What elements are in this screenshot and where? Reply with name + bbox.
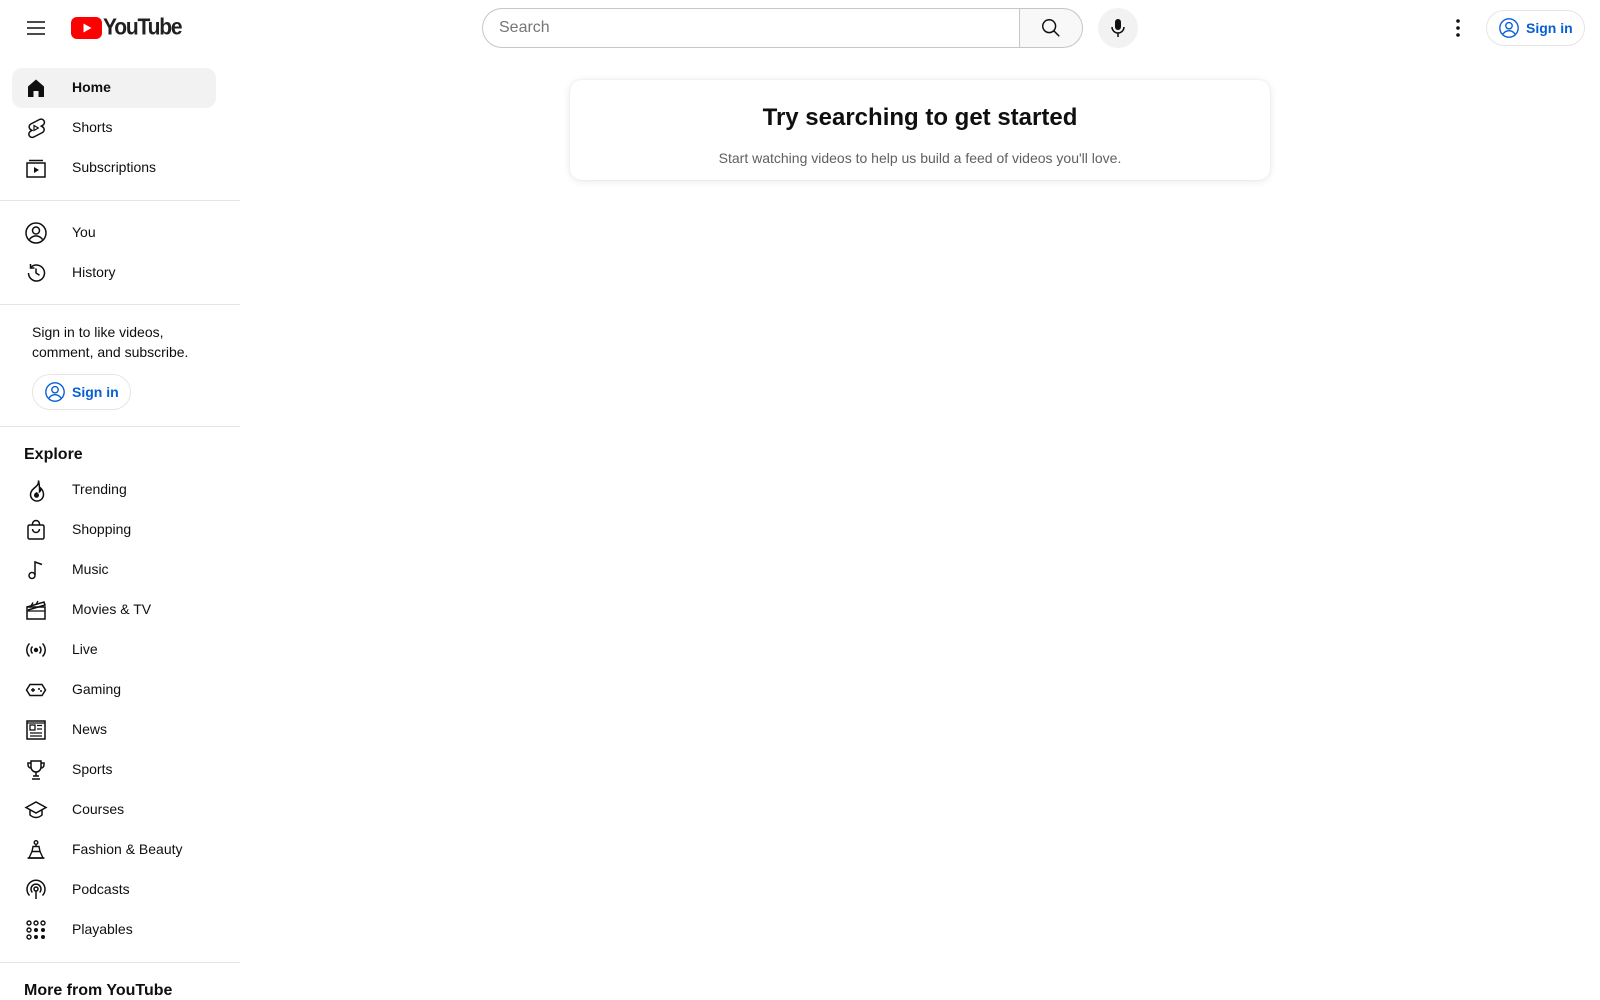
sports-icon bbox=[24, 758, 48, 782]
fashion-icon bbox=[24, 838, 48, 862]
sidebar-item-label: Courses bbox=[72, 801, 125, 817]
more-from-youtube-heading: More from YouTube bbox=[24, 982, 173, 999]
playables-icon bbox=[24, 918, 48, 942]
subscriptions-icon bbox=[24, 156, 48, 180]
shopping-icon bbox=[24, 518, 48, 542]
logo-text: YouTube bbox=[103, 15, 183, 40]
header-sign-in-button[interactable]: Sign in bbox=[1486, 10, 1585, 46]
sidebar-item-home[interactable]: Home bbox=[12, 68, 216, 108]
trending-icon bbox=[24, 478, 48, 502]
sidebar-item-label: Podcasts bbox=[72, 881, 130, 897]
sidebar-item-you[interactable]: You bbox=[12, 213, 216, 253]
hamburger-icon bbox=[24, 16, 48, 40]
news-icon bbox=[24, 718, 48, 742]
search-box bbox=[482, 8, 1019, 48]
sidebar-item-subscriptions[interactable]: Subscriptions bbox=[12, 148, 216, 188]
search-input[interactable] bbox=[499, 9, 1019, 47]
explore-heading: Explore bbox=[24, 446, 83, 463]
sidebar-item-news[interactable]: News bbox=[12, 710, 216, 750]
sidebar-item-label: Fashion & Beauty bbox=[72, 841, 183, 857]
account-icon bbox=[24, 221, 48, 245]
gaming-icon bbox=[24, 678, 48, 702]
sidebar-item-label: Live bbox=[72, 641, 98, 657]
sidebar-item-label: Home bbox=[72, 79, 111, 95]
sidebar-item-fashion-beauty[interactable]: Fashion & Beauty bbox=[12, 830, 216, 870]
search-icon bbox=[1040, 17, 1062, 39]
sidebar-item-movies-tv[interactable]: Movies & TV bbox=[12, 590, 216, 630]
search-button[interactable] bbox=[1019, 8, 1083, 48]
youtube-logo[interactable]: YouTube bbox=[71, 14, 183, 42]
history-icon bbox=[24, 261, 48, 285]
more-vertical-icon bbox=[1446, 16, 1470, 40]
prompt-subtitle: Start watching videos to help us build a… bbox=[718, 150, 1122, 166]
home-icon bbox=[24, 76, 48, 100]
sidebar-item-label: Gaming bbox=[72, 681, 122, 697]
sidebar-item-label: Sports bbox=[72, 761, 113, 777]
sign-in-label: Sign in bbox=[72, 384, 119, 400]
sidebar-item-label: History bbox=[72, 264, 116, 280]
sidebar-item-courses[interactable]: Courses bbox=[12, 790, 216, 830]
sidebar-item-label: Shorts bbox=[72, 119, 113, 135]
sidebar-item-trending[interactable]: Trending bbox=[12, 470, 216, 510]
sidebar-item-sports[interactable]: Sports bbox=[12, 750, 216, 790]
sidebar-divider bbox=[0, 200, 240, 201]
sign-in-promo-text: Sign in to like videos, comment, and sub… bbox=[32, 324, 189, 360]
live-icon bbox=[24, 638, 48, 662]
masthead: YouTube Sign in bbox=[0, 0, 1600, 56]
sidebar-sign-in-button[interactable]: Sign in bbox=[32, 374, 131, 410]
movies-icon bbox=[24, 598, 48, 622]
voice-search-button[interactable] bbox=[1098, 8, 1138, 48]
sidebar-item-label: Music bbox=[72, 561, 109, 577]
sidebar-item-label: News bbox=[72, 721, 108, 737]
youtube-play-icon bbox=[71, 17, 102, 39]
sidebar-item-music[interactable]: Music bbox=[12, 550, 216, 590]
sidebar-divider bbox=[0, 304, 240, 305]
account-circle-icon bbox=[1498, 17, 1520, 39]
sidebar-item-playables[interactable]: Playables bbox=[12, 910, 216, 950]
account-circle-icon bbox=[44, 381, 66, 403]
sidebar-divider bbox=[0, 962, 240, 963]
sidebar-item-podcasts[interactable]: Podcasts bbox=[12, 870, 216, 910]
podcasts-icon bbox=[24, 878, 48, 902]
guide-menu-button[interactable] bbox=[16, 8, 56, 48]
shorts-icon bbox=[24, 116, 48, 140]
sidebar-divider bbox=[0, 426, 240, 427]
sidebar-item-label: Shopping bbox=[72, 521, 132, 537]
sidebar-item-label: Trending bbox=[72, 481, 127, 497]
courses-icon bbox=[24, 798, 48, 822]
sidebar-item-shopping[interactable]: Shopping bbox=[12, 510, 216, 550]
guide-sidebar: Home Shorts Subscriptions You History Si… bbox=[0, 56, 240, 1000]
sidebar-item-gaming[interactable]: Gaming bbox=[12, 670, 216, 710]
sidebar-item-history[interactable]: History bbox=[12, 253, 216, 293]
sidebar-item-label: Subscriptions bbox=[72, 159, 157, 175]
sidebar-item-label: You bbox=[72, 224, 96, 240]
music-icon bbox=[24, 558, 48, 582]
settings-more-button[interactable] bbox=[1438, 8, 1478, 48]
sidebar-item-label: Movies & TV bbox=[72, 601, 152, 617]
microphone-icon bbox=[1106, 16, 1130, 40]
sidebar-item-label: Playables bbox=[72, 921, 133, 937]
prompt-title: Try searching to get started bbox=[762, 104, 1078, 131]
sidebar-item-live[interactable]: Live bbox=[12, 630, 216, 670]
sign-in-label: Sign in bbox=[1526, 20, 1573, 36]
empty-feed-prompt: Try searching to get started Start watch… bbox=[570, 80, 1270, 180]
sidebar-item-shorts[interactable]: Shorts bbox=[12, 108, 216, 148]
